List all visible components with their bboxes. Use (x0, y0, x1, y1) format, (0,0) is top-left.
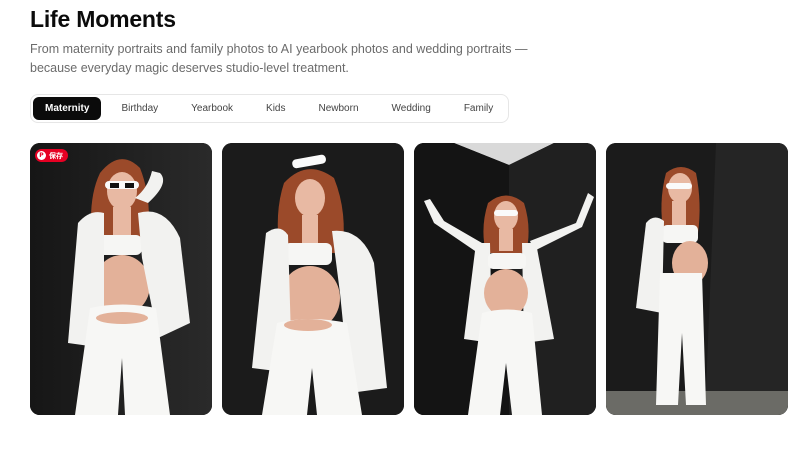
maternity-photo-2 (222, 143, 404, 415)
maternity-photo-3 (414, 143, 596, 415)
photo-gallery: P 保存 (30, 143, 788, 415)
tab-family[interactable]: Family (451, 97, 506, 120)
page-title: Life Moments (30, 6, 176, 32)
pinterest-icon: P (37, 151, 46, 160)
tab-newborn[interactable]: Newborn (305, 97, 371, 120)
maternity-photo-4 (606, 143, 788, 415)
pinterest-save-button[interactable]: P 保存 (35, 149, 68, 162)
save-label: 保存 (49, 152, 63, 160)
page-subtitle: From maternity portraits and family phot… (30, 42, 528, 75)
gallery-image-3[interactable] (414, 143, 596, 415)
maternity-photo-1 (30, 143, 212, 415)
tab-yearbook[interactable]: Yearbook (178, 97, 246, 120)
gallery-image-4[interactable] (606, 143, 788, 415)
gallery-image-1[interactable]: P 保存 (30, 143, 212, 415)
gallery-image-2[interactable] (222, 143, 404, 415)
category-tabs: Maternity Birthday Yearbook Kids Newborn… (30, 94, 510, 123)
tab-maternity[interactable]: Maternity (33, 97, 102, 120)
tab-birthday[interactable]: Birthday (108, 97, 171, 120)
tab-kids[interactable]: Kids (253, 97, 298, 120)
tab-wedding[interactable]: Wedding (379, 97, 444, 120)
